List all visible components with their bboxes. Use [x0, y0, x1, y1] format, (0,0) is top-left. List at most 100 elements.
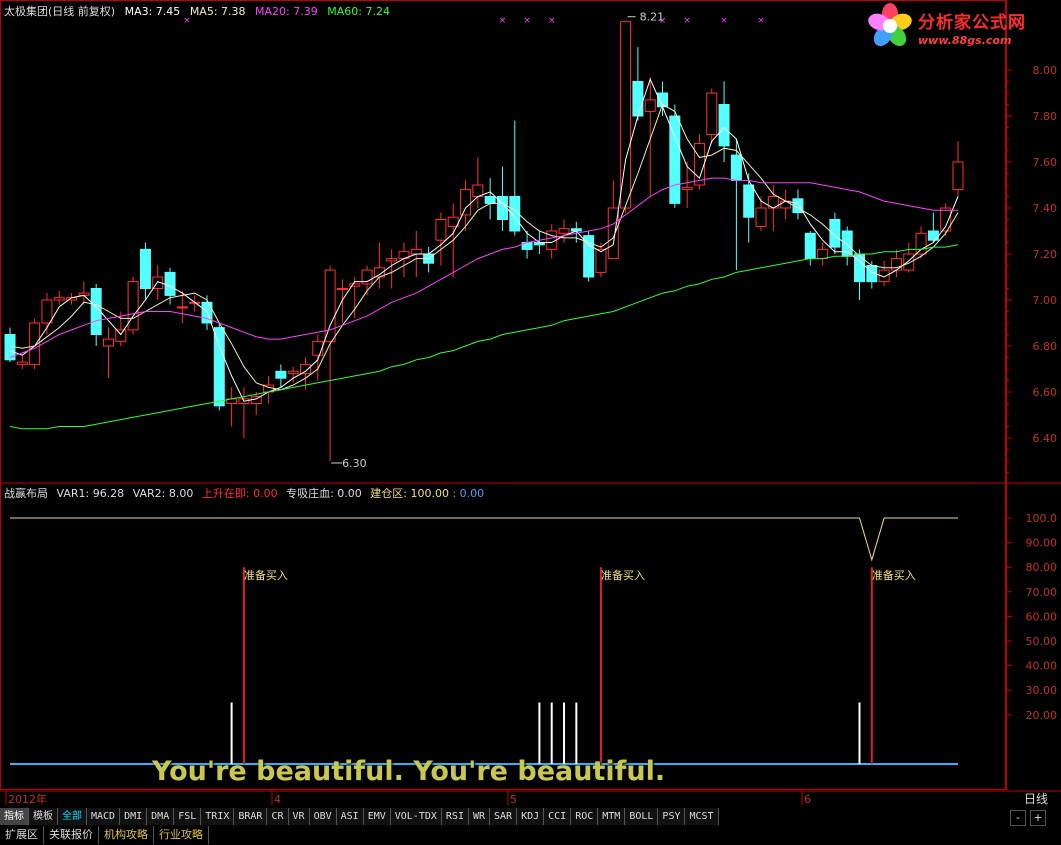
marker-x: × [683, 16, 691, 26]
date-label: 2012年 [8, 792, 47, 806]
ind-tick-label: 70.00 [1026, 586, 1058, 599]
tab-obv[interactable]: OBV [309, 808, 337, 825]
candle-body-up [435, 219, 447, 241]
ma5-value: MA5: 7.38 [189, 5, 246, 18]
candle-body-down [275, 370, 287, 379]
candle-body-up [336, 288, 348, 290]
build-value: 建仓区: 100.00 [370, 487, 449, 500]
ind-tick-label: 30.00 [1026, 684, 1058, 697]
ind-tick-label: 100.0 [1026, 512, 1058, 525]
tab-trix[interactable]: TRIX [201, 808, 235, 825]
bottom-tab-0[interactable]: 扩展区 [0, 826, 44, 844]
date-label: 6 [804, 793, 811, 806]
marker-x: × [720, 16, 728, 26]
candle-body-up [115, 329, 127, 342]
period-button[interactable]: 日线 [1012, 791, 1060, 808]
tab-vr[interactable]: VR [288, 808, 310, 825]
bottom-tab-3[interactable]: 行业攻略 [154, 826, 209, 844]
indicator-tabs: 指标 模板 全部 MACD DMI DMA FSL TRIX BRAR CR VR OBV ASI EMV… [0, 808, 719, 825]
candle-body-down [829, 219, 841, 248]
candle-body-down [583, 235, 595, 278]
candle-body-down [484, 196, 496, 204]
tab-rsi[interactable]: RSI [441, 808, 469, 825]
tab-brar[interactable]: BRAR [234, 808, 268, 825]
logo-title: 分析家公式网 [918, 13, 1026, 33]
candle-body-down [213, 327, 225, 407]
candle-body-down [927, 230, 939, 241]
tab-mcst[interactable]: MCST [685, 808, 719, 825]
candle-body-up [890, 258, 902, 271]
bottom-tab-1[interactable]: 关联报价 [44, 826, 99, 844]
candle-body-up [607, 207, 619, 260]
candle-body-up [16, 361, 28, 365]
tab-vol-tdx[interactable]: VOL-TDX [390, 808, 442, 825]
candle-body-up [102, 338, 114, 347]
candle-body-up [681, 186, 693, 191]
candle-body-up [127, 281, 139, 331]
extra-value: : 0.00 [452, 487, 485, 500]
flower-logo-icon [868, 3, 912, 47]
marker-x: × [548, 16, 556, 26]
indicator-header: 战赢布局 VAR1: 96.28 VAR2: 8.00 上升在即: 0.00 专… [4, 485, 489, 501]
ma3-value: MA3: 7.45 [124, 5, 181, 18]
date-label: 4 [274, 793, 281, 806]
tab-sar[interactable]: SAR [490, 808, 518, 825]
zoom-in-button[interactable]: + [1030, 810, 1046, 826]
ind-tick-label: 20.00 [1026, 709, 1058, 722]
tab-全部[interactable]: 全部 [58, 808, 87, 825]
tab-指标[interactable]: 指标 [0, 808, 29, 825]
logo-url: www.88gs.com [918, 34, 1012, 47]
marker-x: × [523, 16, 531, 26]
candle-body-up [644, 99, 656, 112]
tab-dmi[interactable]: DMI [120, 808, 148, 825]
ma20-value: MA20: 7.39 [255, 5, 318, 18]
stock-title: 太极集团(日线 前复权) [4, 5, 116, 18]
price-tick-label: 6.80 [1033, 340, 1058, 353]
candle-body-up [903, 253, 915, 271]
price-tick-label: 8.00 [1033, 64, 1058, 77]
ind-tick-label: 60.00 [1026, 610, 1058, 623]
zoom-out-button[interactable]: - [1010, 810, 1026, 826]
tab-fsl[interactable]: FSL [174, 808, 202, 825]
tab-模板[interactable]: 模板 [29, 808, 58, 825]
tab-macd[interactable]: MACD [87, 808, 121, 825]
tab-asi[interactable]: ASI [336, 808, 364, 825]
tab-kdj[interactable]: KDJ [517, 808, 545, 825]
tab-wr[interactable]: WR [468, 808, 491, 825]
marker-x: × [757, 16, 765, 26]
ind-tick-label: 80.00 [1026, 561, 1058, 574]
tab-emv[interactable]: EMV [363, 808, 391, 825]
candle-body-down [841, 230, 853, 257]
price-tick-label: 7.20 [1033, 248, 1058, 261]
var2-value: VAR2: 8.00 [132, 487, 194, 500]
absorb-value: 专吸庄血: 0.00 [286, 487, 362, 500]
tab-roc[interactable]: ROC [571, 808, 599, 825]
indicator-name: 战赢布局 [4, 487, 48, 500]
tab-boll[interactable]: BOLL [625, 808, 659, 825]
rise-value: 上升在即: 0.00 [201, 487, 278, 500]
candle-body-up [41, 299, 53, 324]
price-tick-label: 6.60 [1033, 386, 1058, 399]
candle-body-down [164, 271, 176, 296]
candle-body-up [410, 248, 422, 255]
bottom-tab-2[interactable]: 机构攻略 [99, 826, 154, 844]
var1-value: VAR1: 96.28 [56, 487, 125, 500]
candle-body-up [620, 21, 632, 209]
candle-body-up [349, 283, 361, 287]
tab-psy[interactable]: PSY [658, 808, 686, 825]
ind-tick-label: 40.00 [1026, 660, 1058, 673]
buy-signal-label: 准备买入 [872, 568, 916, 582]
candle-body-down [804, 232, 816, 260]
candle-body-up [755, 207, 767, 227]
candle-body-up [595, 248, 607, 273]
candle-body-up [287, 370, 299, 375]
candle-body-up [915, 232, 927, 255]
tab-cci[interactable]: CCI [544, 808, 572, 825]
main-chart-header: 太极集团(日线 前复权) MA3: 7.45 MA5: 7.38 MA20: 7… [4, 3, 396, 19]
candle-body-up [952, 161, 964, 191]
ma60-value: MA60: 7.24 [327, 5, 390, 18]
tab-cr[interactable]: CR [267, 808, 289, 825]
chart-canvas[interactable]: 8.007.807.607.407.207.006.806.606.408.21… [0, 0, 1061, 845]
tab-mtm[interactable]: MTM [598, 808, 626, 825]
tab-dma[interactable]: DMA [147, 808, 175, 825]
